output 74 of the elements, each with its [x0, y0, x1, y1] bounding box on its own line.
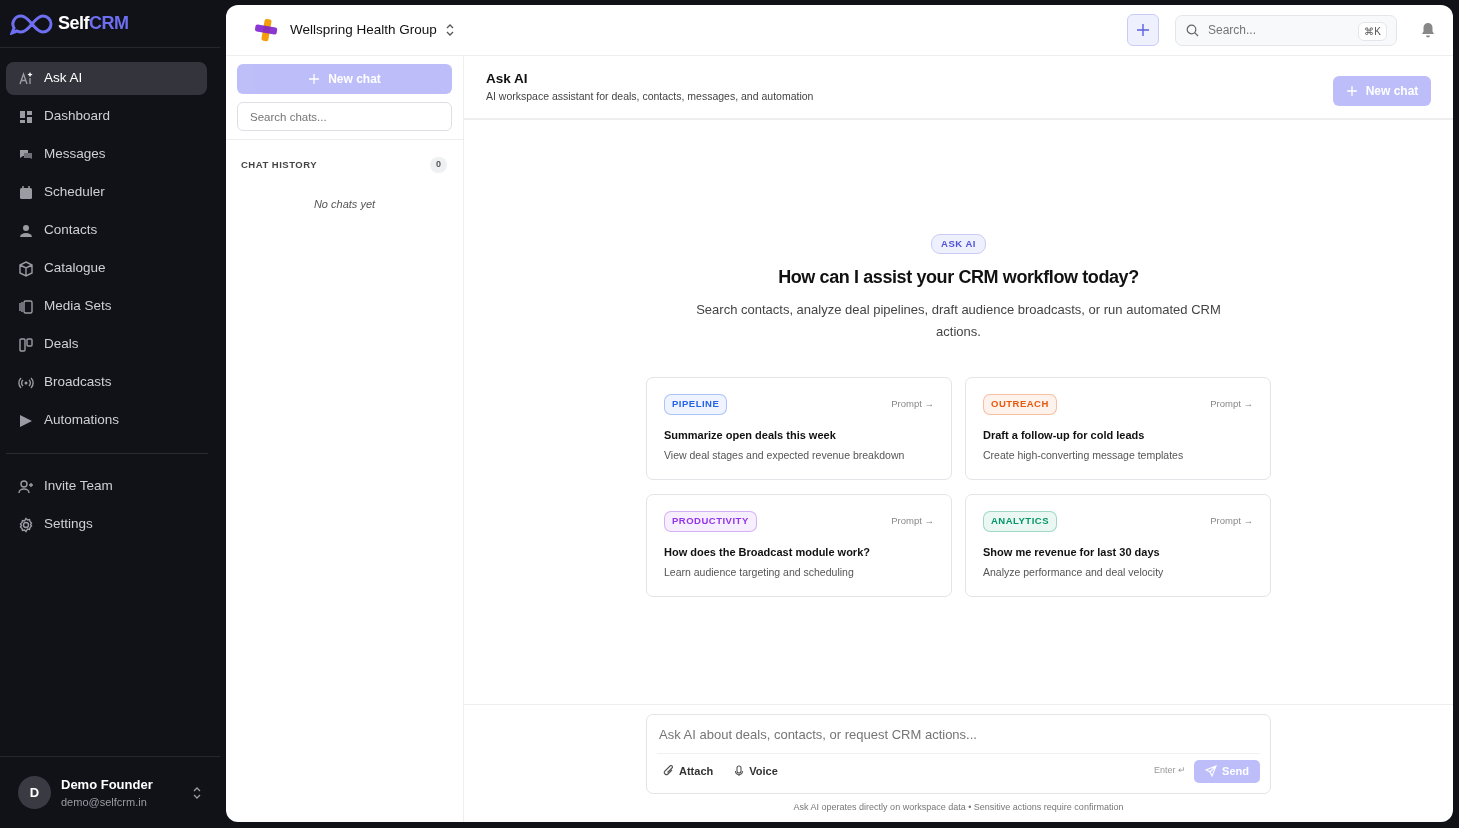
prompt-description: Learn audience targeting and scheduling [664, 565, 855, 580]
user-email: demo@selfcrm.in [61, 795, 148, 810]
nav-item[interactable]: Messages [6, 138, 207, 171]
hero-text: Search contacts, analyze deal pipelines, draft audience broadcasts, or run automated CRM actions. [695, 301, 1222, 342]
category-tag: PIPELINE [664, 394, 728, 415]
prompt-description: Create high-converting message templates [983, 448, 1185, 463]
footnote: Ask AI operates directly on workspace data • Sensitive actions require confirmation [793, 801, 1124, 814]
plus-icon [1345, 85, 1358, 97]
prompt-description: View deal stages and expected revenue breakdown [664, 448, 906, 463]
ai-sparkle-icon [18, 70, 34, 87]
media-icon [18, 298, 34, 315]
shortcut-hint: Enter ↵ [1154, 764, 1187, 778]
prompt-card[interactable]: ANALYTICS Prompt → Show me revenue for last 30 days Analyze performance and deal velocity [965, 494, 1271, 598]
microphone-icon [733, 765, 746, 777]
paperclip-icon [663, 765, 675, 777]
prompt-hint: Prompt → [1210, 514, 1253, 529]
prompt-card[interactable]: OUTREACH Prompt → Draft a follow-up for cold leads Create high-converting message templates [965, 377, 1271, 481]
prompt-hint: Prompt → [1210, 397, 1253, 412]
nav-item[interactable]: Media Sets [6, 290, 207, 323]
prompt-card[interactable]: PIPELINE Prompt → Summarize open deals this week View deal stages and expected revenue breakdown [646, 377, 952, 481]
nav-item[interactable]: Dashboard [6, 100, 207, 133]
empty-message: No chats yet [313, 197, 376, 210]
prompt-title: Draft a follow-up for cold leads [983, 427, 1146, 443]
plus-icon [1136, 23, 1150, 37]
workspace-name[interactable]: Wellspring Health Group [290, 19, 437, 41]
calendar-icon [18, 184, 34, 201]
send-icon [1205, 765, 1218, 777]
play-icon [18, 412, 34, 429]
plus-icon [308, 73, 321, 85]
nav-item[interactable]: Ask AI [6, 62, 207, 95]
nav-item[interactable]: Broadcasts [6, 366, 207, 399]
add-button[interactable] [1127, 14, 1159, 46]
search-field[interactable]: Search chats... [237, 102, 452, 131]
nav-item[interactable]: Invite Team [6, 470, 207, 503]
workspace-logo-icon [254, 18, 278, 42]
chevron-updown-icon[interactable] [192, 785, 202, 800]
brand-name: SelfCRM [58, 12, 129, 35]
hero-title: How can I assist your CRM workflow today? [778, 266, 1139, 290]
page-title: Ask AI [486, 70, 529, 88]
prompt-title: Show me revenue for last 30 days [983, 544, 1161, 560]
category-tag: PRODUCTIVITY [664, 511, 757, 532]
prompt-hint: Prompt → [891, 397, 934, 412]
count-badge: 0 [430, 157, 447, 173]
prompt-hint: Prompt → [891, 514, 934, 529]
prompt-title: How does the Broadcast module work? [664, 544, 871, 560]
nav-item[interactable]: Settings [6, 508, 207, 541]
prompt-description: Analyze performance and deal velocity [983, 565, 1165, 580]
dashboard-icon [18, 108, 34, 125]
columns-icon [18, 336, 34, 353]
nav-item[interactable]: Scheduler [6, 176, 207, 209]
nav-item[interactable]: Automations [6, 404, 207, 437]
category-tag: ANALYTICS [983, 511, 1057, 532]
user-avatar: D [18, 776, 51, 809]
logo-icon [10, 12, 54, 35]
bell-icon[interactable] [1421, 22, 1435, 38]
prompt-title: Summarize open deals this week [664, 427, 837, 443]
nav-item[interactable]: Catalogue [6, 252, 207, 285]
section-badge: ASK AI [931, 234, 986, 255]
add-user-icon [18, 478, 34, 495]
attach-button[interactable]: Attach [657, 760, 720, 782]
box-icon [18, 260, 34, 277]
nav-item[interactable]: Deals [6, 328, 207, 361]
section-title: CHAT HISTORY [241, 157, 318, 172]
nav-item[interactable]: Contacts [6, 214, 207, 247]
chevron-updown-icon[interactable] [444, 23, 455, 37]
user-name: Demo Founder [61, 775, 154, 794]
prompt-card[interactable]: PRODUCTIVITY Prompt → How does the Broadcast module work? Learn audience targeting and scheduling [646, 494, 952, 598]
voice-button[interactable]: Voice [727, 760, 784, 782]
page-subtitle: AI workspace assistant for deals, contacts, messages, and automation [486, 89, 815, 105]
message-field[interactable]: Ask AI about deals, contacts, or request CRM actions... [657, 715, 1260, 754]
category-tag: OUTREACH [983, 394, 1057, 415]
search-icon [1186, 23, 1199, 37]
settings-icon [18, 516, 34, 533]
person-icon [18, 222, 34, 239]
